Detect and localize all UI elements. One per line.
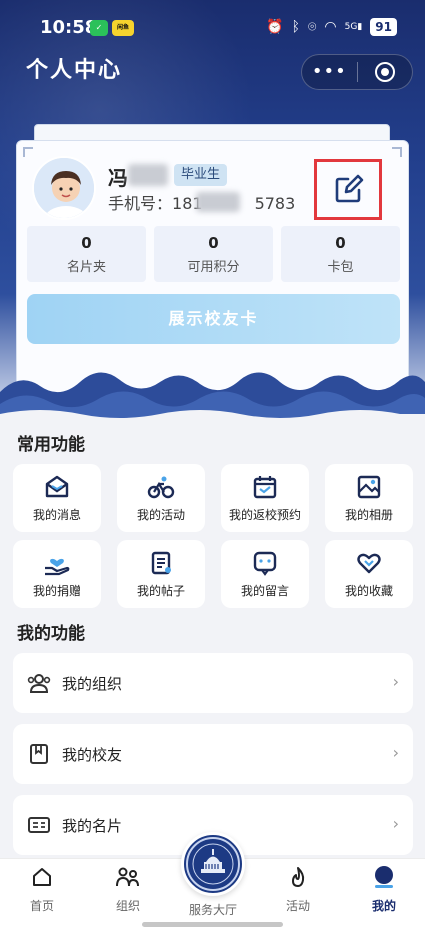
list-item-label: 我的组织: [62, 675, 123, 693]
show-alumni-card-button[interactable]: 展示校友卡: [27, 294, 400, 344]
chevron-right-icon: ›: [392, 743, 399, 762]
alarm-icon: ⏰: [266, 19, 284, 35]
tab-activities[interactable]: 活动: [263, 865, 333, 914]
close-icon: [374, 62, 395, 82]
func-label: 我的消息: [32, 508, 81, 522]
func-my-comments[interactable]: 我的留言: [221, 540, 309, 608]
status-bar: 10:58 ✓ 闲鱼 ⏰ ᛒ ⌾ ◠ 5G▮ 91: [0, 0, 425, 56]
bluetooth-icon: ᛒ: [291, 19, 301, 35]
stat-label: 名片夹: [66, 260, 106, 275]
stat-card-holder[interactable]: 0 名片夹: [27, 226, 146, 282]
tab-label: 我的: [371, 899, 396, 913]
func-campus-return-booking[interactable]: 我的返校预约: [221, 464, 309, 532]
stat-value: 0: [335, 234, 346, 252]
bookmark-icon: [30, 744, 48, 764]
status-icons: ⏰ ᛒ ⌾ ◠ 5G▮ 91: [266, 18, 397, 36]
user-name: 冯: [108, 166, 128, 190]
edit-profile-button[interactable]: [333, 172, 365, 208]
mini-program-capsule: •••: [301, 54, 413, 90]
list-item-label: 我的名片: [62, 817, 123, 835]
envelope-icon: [45, 475, 69, 498]
status-time: 10:58: [40, 17, 98, 38]
photo-album-icon: [357, 475, 381, 499]
tab-home[interactable]: 首页: [7, 865, 77, 914]
tab-organization[interactable]: 组织: [93, 865, 163, 914]
wifi-icon: ◠: [324, 19, 337, 35]
tab-label: 首页: [29, 899, 54, 913]
calendar-check-icon: [253, 476, 277, 499]
campus-emblem-icon: [186, 837, 240, 891]
func-my-messages[interactable]: 我的消息: [13, 464, 101, 532]
stat-label: 可用积分: [187, 260, 240, 275]
corner-ornament: [392, 147, 402, 157]
func-label: 我的捐赠: [32, 584, 81, 598]
signal-icon: 5G▮: [344, 22, 363, 32]
location-icon: ⌾: [308, 19, 317, 35]
people-icon: [27, 674, 51, 693]
func-label: 我的相册: [344, 508, 393, 522]
heart-icon: [357, 553, 381, 574]
func-label: 我的收藏: [344, 584, 393, 598]
func-label: 我的返校预约: [228, 508, 301, 522]
tab-label-service-hall: 服务大厅: [188, 903, 237, 917]
more-button[interactable]: •••: [302, 54, 357, 90]
stat-value: 0: [208, 234, 219, 252]
func-my-album[interactable]: 我的相册: [325, 464, 413, 532]
func-my-donations[interactable]: 我的捐赠: [13, 540, 101, 608]
flame-icon: [292, 867, 305, 887]
stat-points[interactable]: 0 可用积分: [154, 226, 273, 282]
chevron-right-icon: ›: [392, 814, 399, 833]
id-card-icon: [28, 817, 50, 833]
document-icon: [151, 551, 171, 575]
stat-wallet[interactable]: 0 卡包: [281, 226, 400, 282]
bicycle-icon: [147, 476, 175, 499]
tab-label: 活动: [285, 899, 310, 913]
corner-ornament: [23, 147, 33, 157]
donation-hand-icon: [45, 558, 70, 576]
phone-label: 手机号：: [108, 194, 173, 213]
func-label: 我的活动: [136, 508, 185, 522]
func-my-favorites[interactable]: 我的收藏: [325, 540, 413, 608]
name-redaction: [128, 164, 168, 186]
wave-decoration: [0, 372, 425, 422]
home-indicator: [142, 922, 283, 927]
group-icon: [116, 867, 139, 887]
user-icon: [375, 866, 393, 888]
xianyu-app-icon: 闲鱼: [112, 20, 134, 36]
stat-value: 0: [81, 234, 92, 252]
chevron-right-icon: ›: [392, 672, 399, 691]
battery-icon: 91: [370, 18, 397, 36]
signal-label: 5G: [344, 22, 358, 32]
func-my-posts[interactable]: 我的帖子: [117, 540, 205, 608]
section-title-common: 常用功能: [17, 435, 85, 455]
stat-label: 卡包: [327, 260, 354, 275]
edit-icon: [335, 174, 364, 203]
func-label: 我的帖子: [136, 584, 185, 598]
func-my-activities[interactable]: 我的活动: [117, 464, 205, 532]
list-item-my-alumni[interactable]: 我的校友 ›: [13, 724, 413, 784]
close-button[interactable]: [357, 62, 412, 82]
phone-redaction: [196, 192, 240, 212]
func-label: 我的留言: [240, 584, 289, 598]
message-bubble-icon: [253, 551, 277, 576]
home-icon: [33, 868, 51, 886]
section-title-mine: 我的功能: [17, 624, 85, 644]
list-item-my-organization[interactable]: 我的组织 ›: [13, 653, 413, 713]
avatar[interactable]: [32, 156, 96, 220]
list-item-label: 我的校友: [62, 746, 123, 764]
tab-mine[interactable]: 我的: [349, 865, 419, 914]
phone-suffix: 5783: [254, 194, 296, 213]
service-hall-button[interactable]: [181, 832, 245, 896]
wechat-icon: ✓: [90, 20, 108, 36]
tab-label: 组织: [115, 899, 140, 913]
status-badge: 毕业生: [174, 164, 228, 186]
page-title: 个人中心: [26, 58, 123, 83]
